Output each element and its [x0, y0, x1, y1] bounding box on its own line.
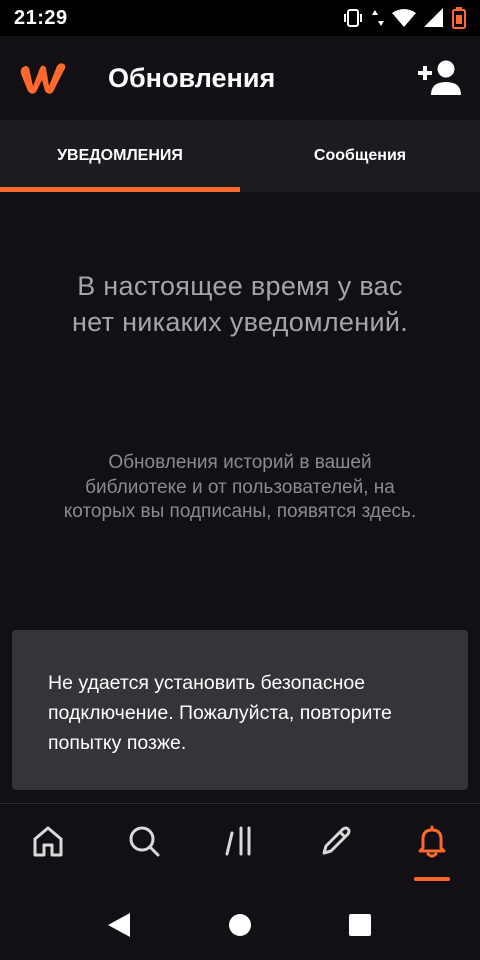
search-icon — [127, 824, 161, 874]
wifi-icon — [392, 8, 416, 28]
tab-messages[interactable]: Сообщения — [240, 120, 480, 192]
error-snackbar: Не удается установить безопасное подключ… — [12, 630, 468, 790]
add-user-icon — [418, 60, 462, 102]
tab-bar: УВЕДОМЛЕНИЯ Сообщения — [0, 120, 480, 192]
nav-home[interactable] — [18, 824, 78, 874]
status-time: 21:29 — [14, 6, 68, 29]
wattpad-logo-icon[interactable] — [18, 58, 70, 98]
nav-notifications[interactable] — [402, 824, 462, 874]
write-icon — [319, 824, 353, 874]
empty-state-title: В настоящее время у вас нет никаких увед… — [71, 271, 409, 337]
recents-icon — [348, 914, 374, 942]
system-home-button[interactable] — [228, 912, 254, 938]
status-icons — [342, 7, 466, 29]
empty-state-description: Обновления историй в вашей библиотеке и … — [63, 452, 417, 522]
library-icon — [223, 824, 257, 874]
home-circle-icon — [228, 914, 254, 942]
battery-icon — [452, 7, 466, 29]
back-icon — [106, 913, 132, 942]
add-user-button[interactable] — [418, 58, 462, 98]
signal-icon — [424, 8, 444, 28]
data-arrows-icon — [372, 8, 384, 28]
bottom-navigation — [0, 804, 480, 892]
page-title: Обновления — [108, 62, 276, 93]
notifications-icon — [415, 824, 449, 874]
tab-notifications[interactable]: УВЕДОМЛЕНИЯ — [0, 120, 240, 192]
status-bar: 21:29 — [0, 0, 480, 36]
active-nav-indicator — [414, 877, 450, 881]
system-back-button[interactable] — [106, 912, 132, 938]
system-navigation — [0, 892, 480, 960]
vibrate-icon — [342, 8, 364, 28]
system-recents-button[interactable] — [348, 912, 374, 938]
snackbar-message: Не удается установить безопасное подключ… — [48, 672, 392, 754]
app-bar: Обновления — [0, 36, 480, 120]
nav-search[interactable] — [114, 824, 174, 874]
nav-write[interactable] — [306, 824, 366, 874]
home-icon — [31, 824, 65, 874]
nav-library[interactable] — [210, 824, 270, 874]
